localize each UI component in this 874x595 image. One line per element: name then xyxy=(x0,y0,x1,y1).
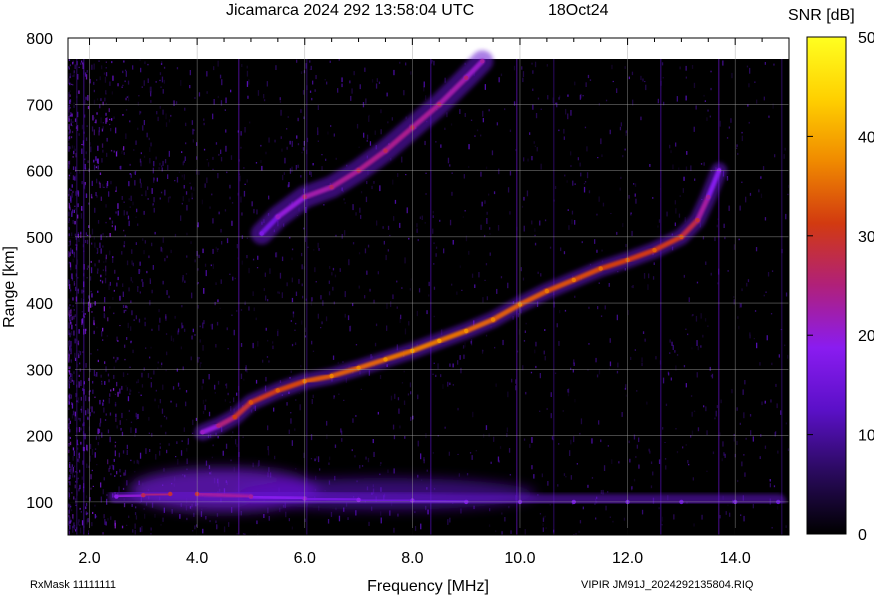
trace-point xyxy=(248,494,254,499)
trace-segment xyxy=(302,496,361,502)
file-label: VIPIR JM91J_2024292135804.RIQ xyxy=(581,579,754,591)
colorbar-tick-label: 20 xyxy=(858,328,874,345)
data-region xyxy=(68,59,789,535)
ionogram-figure: Jicamarca 2024 292 13:58:04 UTC 18Oct24 … xyxy=(1,2,874,595)
x-tick-label: 6.0 xyxy=(294,550,316,567)
chart-date: 18Oct24 xyxy=(548,2,609,19)
y-tick-label: 200 xyxy=(26,429,53,446)
trace-point xyxy=(356,497,361,503)
trace-point xyxy=(464,75,469,81)
trace-point xyxy=(383,148,388,153)
trace-segment xyxy=(114,493,146,499)
trace-point xyxy=(232,414,237,420)
x-tick-label: 14.0 xyxy=(720,550,751,567)
colorbar-label: SNR [dB] xyxy=(788,7,855,24)
trace-point xyxy=(383,357,388,362)
trace-point xyxy=(275,388,280,393)
trace-point xyxy=(598,266,603,271)
trace-point xyxy=(652,247,657,253)
trace-point xyxy=(329,184,334,190)
x-tick-label: 2.0 xyxy=(78,550,100,567)
trace-point xyxy=(114,494,119,499)
trace-point xyxy=(437,338,442,343)
trace-segment xyxy=(248,494,307,501)
trace-point xyxy=(248,400,254,405)
trace-point xyxy=(329,373,334,379)
x-tick-label: 4.0 xyxy=(186,550,208,567)
trace-point xyxy=(216,423,221,428)
chart-title: Jicamarca 2024 292 13:58:04 UTC xyxy=(226,2,474,19)
rxmask-label: RxMask 11111111 xyxy=(30,579,116,591)
x-tick-label: 8.0 xyxy=(401,550,423,567)
colorbar: SNR [dB] 0 10 20 30 40 50 xyxy=(788,7,874,544)
colorbar-tick-label: 0 xyxy=(858,527,867,544)
trace-point xyxy=(200,430,205,435)
colorbar-tick-label: 50 xyxy=(858,30,874,47)
trace-segment xyxy=(356,497,415,503)
y-tick-label: 300 xyxy=(26,362,53,379)
trace-point xyxy=(259,231,264,236)
y-tick-label: 700 xyxy=(26,97,53,114)
trace-segment xyxy=(141,491,173,498)
y-tick-label: 600 xyxy=(26,164,53,181)
colorbar-tick-label: 40 xyxy=(858,129,874,146)
y-tick-label: 800 xyxy=(26,31,53,48)
y-tick-label: 400 xyxy=(26,296,53,313)
trace-point xyxy=(695,218,700,223)
plot-area xyxy=(67,37,790,536)
colorbar-tick-label: 10 xyxy=(858,428,874,445)
trace-point xyxy=(464,328,469,334)
x-axis-label: Frequency [MHz] xyxy=(367,578,489,595)
colorbar-gradient xyxy=(806,36,847,535)
trace-point xyxy=(706,194,711,200)
x-tick-label: 12.0 xyxy=(612,550,643,567)
trace-point xyxy=(168,491,173,497)
y-tick-label: 100 xyxy=(26,495,53,512)
trace-segment xyxy=(195,491,253,499)
y-tick-label: 500 xyxy=(26,230,53,247)
trace-point xyxy=(490,317,496,322)
y-axis-label: Range [km] xyxy=(1,246,18,328)
colorbar-tick-label: 30 xyxy=(858,229,874,246)
x-tick-label: 10.0 xyxy=(504,550,535,567)
trace-point xyxy=(544,288,550,294)
trace-point xyxy=(571,277,576,283)
trace-point xyxy=(141,493,146,498)
trace-point xyxy=(480,59,485,64)
trace-point xyxy=(275,214,280,220)
